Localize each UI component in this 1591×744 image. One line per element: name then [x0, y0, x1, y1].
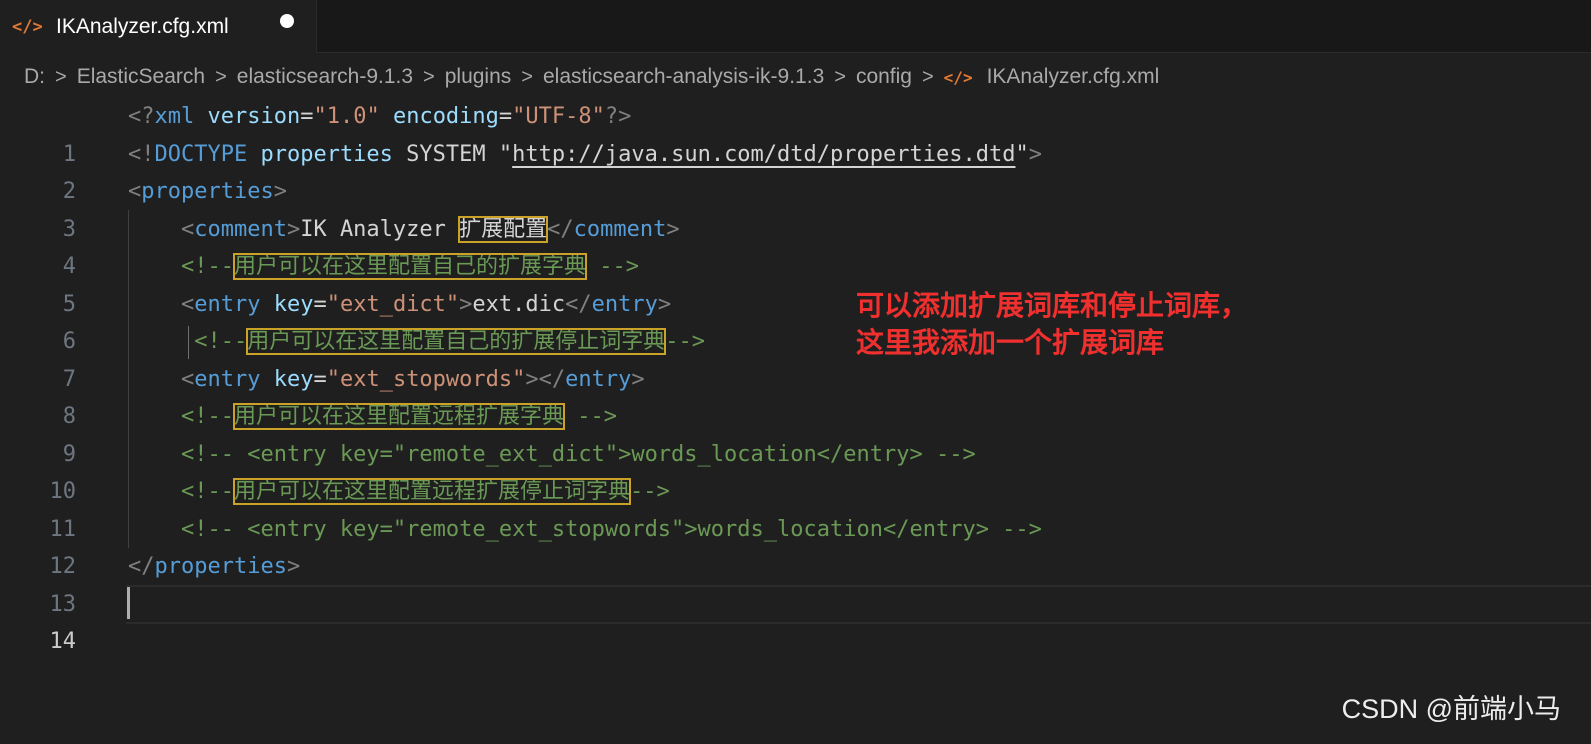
- code-line-active[interactable]: 14: [0, 586, 1591, 654]
- tab-bar: </> IKAnalyzer.cfg.xml: [0, 0, 1591, 53]
- code-line[interactable]: 13 </properties>: [0, 548, 1591, 617]
- dtd-link[interactable]: http://java.sun.com/dtd/properties.dtd: [512, 142, 1015, 167]
- chevron-right-icon: >: [521, 65, 533, 88]
- editor-tab[interactable]: </> IKAnalyzer.cfg.xml: [0, 0, 317, 53]
- code-text: <!-- <entry key="remote_ext_stopwords">w…: [180, 516, 1042, 542]
- code-line[interactable]: 12 <!-- <entry key="remote_ext_stopwords…: [0, 511, 1591, 580]
- watermark: CSDN @前端小马: [1341, 694, 1561, 724]
- chevron-right-icon: >: [215, 65, 227, 88]
- code-line[interactable]: 8 <entry key="ext_stopwords"></entry>: [0, 361, 1591, 430]
- annotation-line-1: 可以添加扩展词库和停止词库，: [856, 289, 1249, 322]
- code-text: <!--用户可以在这里配置远程扩展字典 -->: [180, 403, 617, 430]
- code-line[interactable]: 1 <?xml version="1.0" encoding="UTF-8"?>: [0, 98, 1591, 167]
- code-text: <!-- <entry key="remote_ext_dict">words_…: [180, 441, 976, 467]
- code-text: <comment>IK Analyzer 扩展配置</comment>: [180, 215, 680, 243]
- xml-file-icon: </>: [943, 67, 973, 87]
- code-line[interactable]: 7 <!--用户可以在这里配置自己的扩展停止词字典-->: [0, 323, 1591, 392]
- breadcrumb-item-elasticsearch-version[interactable]: elasticsearch-9.1.3: [237, 65, 413, 89]
- highlight-box: 用户可以在这里配置自己的扩展停止词字典: [246, 328, 667, 355]
- code-text: <entry key="ext_stopwords"></entry>: [180, 366, 645, 392]
- code-line[interactable]: 4 <comment>IK Analyzer 扩展配置</comment>: [0, 211, 1591, 279]
- breadcrumb-item-ik-plugin[interactable]: elasticsearch-analysis-ik-9.1.3: [543, 65, 824, 89]
- red-annotation: 可以添加扩展词库和停止词库， 这里我添加一个扩展词库: [856, 287, 1248, 361]
- highlight-box: 用户可以在这里配置自己的扩展字典: [232, 253, 587, 280]
- highlight-box: 用户可以在这里配置远程扩展停止词字典: [232, 478, 631, 505]
- code-line[interactable]: 11 <!--用户可以在这里配置远程扩展停止词字典-->: [0, 473, 1591, 542]
- highlight-box: 用户可以在这里配置远程扩展字典: [232, 403, 565, 430]
- code-text: <!--用户可以在这里配置自己的扩展字典 -->: [180, 253, 639, 280]
- code-text: <properties>: [128, 179, 287, 204]
- chevron-right-icon: >: [55, 65, 67, 88]
- code-text: <!--用户可以在这里配置自己的扩展停止词字典-->: [194, 328, 705, 355]
- line-number: 14: [49, 629, 77, 654]
- breadcrumb: D: > ElasticSearch > elasticsearch-9.1.3…: [24, 61, 1159, 93]
- breadcrumb-item-file[interactable]: IKAnalyzer.cfg.xml: [987, 65, 1160, 89]
- code-line[interactable]: 5 <!--用户可以在这里配置自己的扩展字典 -->: [0, 248, 1591, 317]
- code-editor[interactable]: 1 <?xml version="1.0" encoding="UTF-8"?>…: [0, 98, 1591, 654]
- chevron-right-icon: >: [834, 65, 846, 88]
- code-line[interactable]: 3 <properties>: [0, 173, 1591, 242]
- code-text: <entry key="ext_dict">ext.dic</entry>: [180, 291, 672, 317]
- code-line[interactable]: 10 <!-- <entry key="remote_ext_dict">wor…: [0, 436, 1591, 505]
- xml-file-icon: </>: [12, 16, 43, 37]
- tab-label: IKAnalyzer.cfg.xml: [56, 14, 229, 38]
- breadcrumb-item-plugins[interactable]: plugins: [445, 65, 512, 89]
- code-text: </properties>: [128, 554, 301, 579]
- code-text: <?xml version="1.0" encoding="UTF-8"?>: [128, 104, 632, 129]
- code-line[interactable]: 9 <!--用户可以在这里配置远程扩展字典 -->: [0, 398, 1591, 467]
- annotation-line-2: 这里我添加一个扩展词库: [856, 326, 1165, 359]
- unsaved-dot-icon[interactable]: [280, 14, 294, 28]
- chevron-right-icon: >: [921, 65, 934, 88]
- code-line[interactable]: 6 <entry key="ext_dict">ext.dic</entry>: [0, 286, 1591, 355]
- breadcrumb-item-elasticsearch[interactable]: ElasticSearch: [77, 65, 205, 89]
- code-text: <!DOCTYPE properties SYSTEM "http://java…: [128, 141, 1042, 167]
- breadcrumb-item-drive[interactable]: D:: [24, 65, 45, 89]
- code-text: <!--用户可以在这里配置远程扩展停止词字典-->: [180, 478, 670, 505]
- highlight-box: 扩展配置: [458, 215, 549, 243]
- breadcrumb-item-config[interactable]: config: [856, 65, 912, 89]
- code-line[interactable]: 2 <!DOCTYPE properties SYSTEM "http://ja…: [0, 136, 1591, 205]
- chevron-right-icon: >: [423, 65, 435, 88]
